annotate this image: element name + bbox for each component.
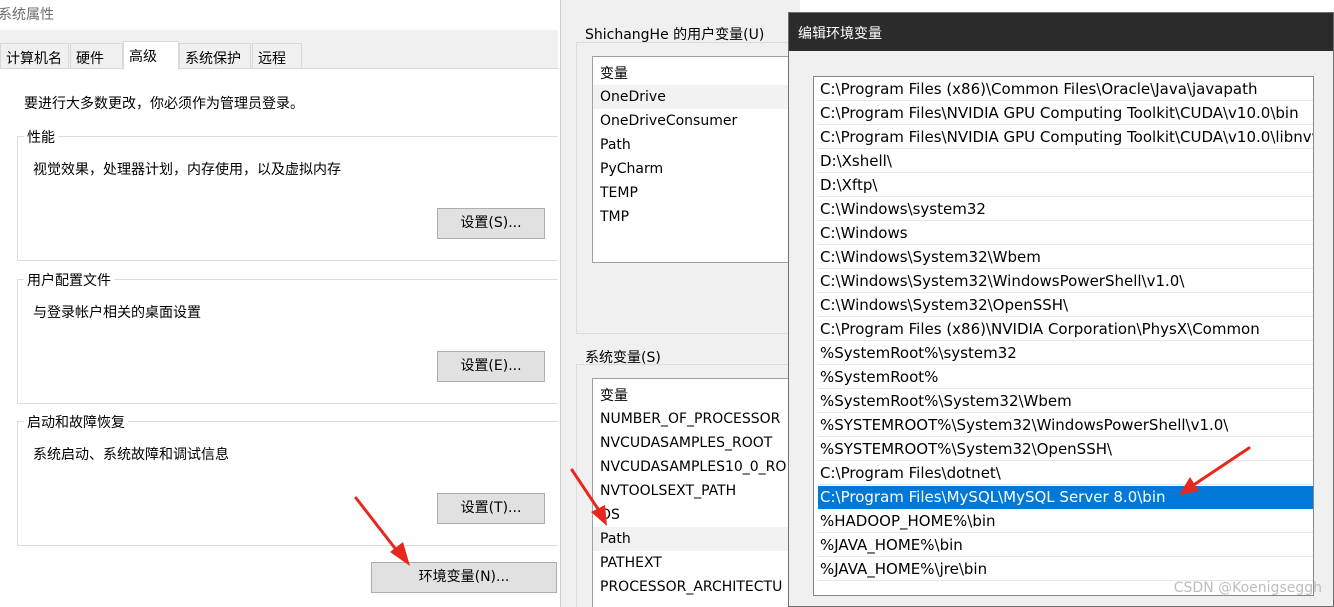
user-variable-row[interactable]: PyCharm [600,157,811,181]
path-entry[interactable]: C:\Program Files (x86)\NVIDIA Corporatio… [818,318,1313,341]
user-profiles-title: 用户配置文件 [24,270,114,290]
path-entry[interactable]: %SystemRoot%\System32\Wbem [818,390,1313,413]
path-entry[interactable]: %SYSTEMROOT%\System32\WindowsPowerShell\… [818,414,1313,437]
tab-advanced[interactable]: 高级 [123,41,179,70]
tab-system-protection[interactable]: 系统保护 [179,43,251,69]
path-entry[interactable]: %JAVA_HOME%\bin [818,534,1313,557]
performance-group: 性能 视觉效果，处理器计划，内存使用，以及虚拟内存 设置(S)... [17,127,558,261]
user-variable-row[interactable]: TEMP [600,181,811,205]
startup-recovery-group: 启动和故障恢复 系统启动、系统故障和调试信息 设置(T)... [17,412,558,546]
path-entry[interactable]: C:\Program Files (x86)\Common Files\Orac… [818,78,1313,101]
advanced-tab-panel: 要进行大多数更改，你必须作为管理员登录。 性能 视觉效果，处理器计划，内存使用，… [0,68,558,607]
tab-remote[interactable]: 远程 [252,43,302,69]
startup-recovery-title: 启动和故障恢复 [24,412,128,432]
path-entry[interactable]: %JAVA_HOME%\jre\bin [818,558,1313,581]
system-properties-window: 系统属性 计算机名 硬件 高级 系统保护 远程 要进行大多数更改，你必须作为管理… [0,0,558,607]
system-variable-row[interactable]: PROCESSOR_ARCHITECTU [600,575,811,599]
user-variables-label: ShichangHe 的用户变量(U) [585,27,765,43]
edit-dialog-title: 编辑环境变量 [798,26,882,42]
user-variable-row[interactable]: OneDriveConsumer [600,109,811,133]
user-profiles-settings-button[interactable]: 设置(E)... [437,351,545,382]
system-variable-row-path-selected[interactable]: Path [593,527,811,551]
startup-settings-button[interactable]: 设置(T)... [437,493,545,524]
path-entry-selected[interactable]: C:\Program Files\MySQL\MySQL Server 8.0\… [818,486,1313,509]
path-entry[interactable]: %HADOOP_HOME%\bin [818,510,1313,533]
performance-title: 性能 [24,127,58,147]
path-entry[interactable]: C:\Windows\System32\WindowsPowerShell\v1… [818,270,1313,293]
performance-desc: 视觉效果，处理器计划，内存使用，以及虚拟内存 [33,162,341,178]
edit-dialog-titlebar: 编辑环境变量 [789,13,1333,51]
path-entry[interactable]: C:\Program Files\NVIDIA GPU Computing To… [818,126,1313,149]
path-entry[interactable]: C:\Windows\System32\Wbem [818,246,1313,269]
path-entry[interactable]: %SystemRoot% [818,366,1313,389]
system-variable-row[interactable]: NVTOOLSEXT_PATH [600,479,811,503]
system-variables-header: 变量 [600,388,628,404]
user-variable-row[interactable]: TMP [600,205,811,229]
edit-environment-variable-dialog: 编辑环境变量 C:\Program Files (x86)\Common Fil… [788,12,1334,607]
admin-note: 要进行大多数更改，你必须作为管理员登录。 [24,96,304,112]
user-variables-header: 变量 [600,66,628,82]
path-entry[interactable]: C:\Program Files\NVIDIA GPU Computing To… [818,102,1313,125]
tab-strip: 计算机名 硬件 高级 系统保护 远程 [0,41,558,70]
path-entries-list[interactable]: C:\Program Files (x86)\Common Files\Orac… [813,76,1314,596]
system-variable-row[interactable]: OS [600,503,811,527]
path-entry[interactable]: C:\Windows\system32 [818,198,1313,221]
user-profiles-group: 用户配置文件 与登录帐户相关的桌面设置 设置(E)... [17,270,558,404]
system-variable-row[interactable]: NUMBER_OF_PROCESSOR [600,407,811,431]
startup-recovery-desc: 系统启动、系统故障和调试信息 [33,447,229,463]
user-variable-row[interactable]: OneDrive [593,85,811,109]
path-entry[interactable]: D:\Xshell\ [818,150,1313,173]
system-variable-row[interactable]: NVCUDASAMPLES_ROOT [600,431,811,455]
user-variables-list[interactable]: 变量 OneDrive OneDriveConsumer Path PyChar… [592,56,812,263]
tab-computer-name[interactable]: 计算机名 [0,43,69,69]
performance-settings-button[interactable]: 设置(S)... [437,208,545,239]
environment-variables-button[interactable]: 环境变量(N)... [371,562,557,593]
system-variables-list[interactable]: 变量 NUMBER_OF_PROCESSOR NVCUDASAMPLES_ROO… [592,378,812,607]
path-entry[interactable]: C:\Program Files\dotnet\ [818,462,1313,485]
system-variable-row[interactable]: NVCUDASAMPLES10_0_RO [600,455,811,479]
csdn-watermark: CSDN @Koenigseggh [1173,580,1322,596]
tab-hardware[interactable]: 硬件 [70,43,123,69]
system-properties-titlebar: 系统属性 [0,0,558,30]
system-variable-row[interactable]: PATHEXT [600,551,811,575]
path-entry[interactable]: C:\Windows\System32\OpenSSH\ [818,294,1313,317]
user-variable-row[interactable]: Path [600,133,811,157]
path-entry[interactable]: %SystemRoot%\system32 [818,342,1313,365]
user-profiles-desc: 与登录帐户相关的桌面设置 [33,305,201,321]
path-entry[interactable]: %SYSTEMROOT%\System32\OpenSSH\ [818,438,1313,461]
path-entry[interactable]: C:\Windows [818,222,1313,245]
window-title: 系统属性 [0,7,54,23]
environment-variables-window: ShichangHe 的用户变量(U) 变量 OneDrive OneDrive… [560,0,816,607]
path-entry[interactable]: D:\Xftp\ [818,174,1313,197]
